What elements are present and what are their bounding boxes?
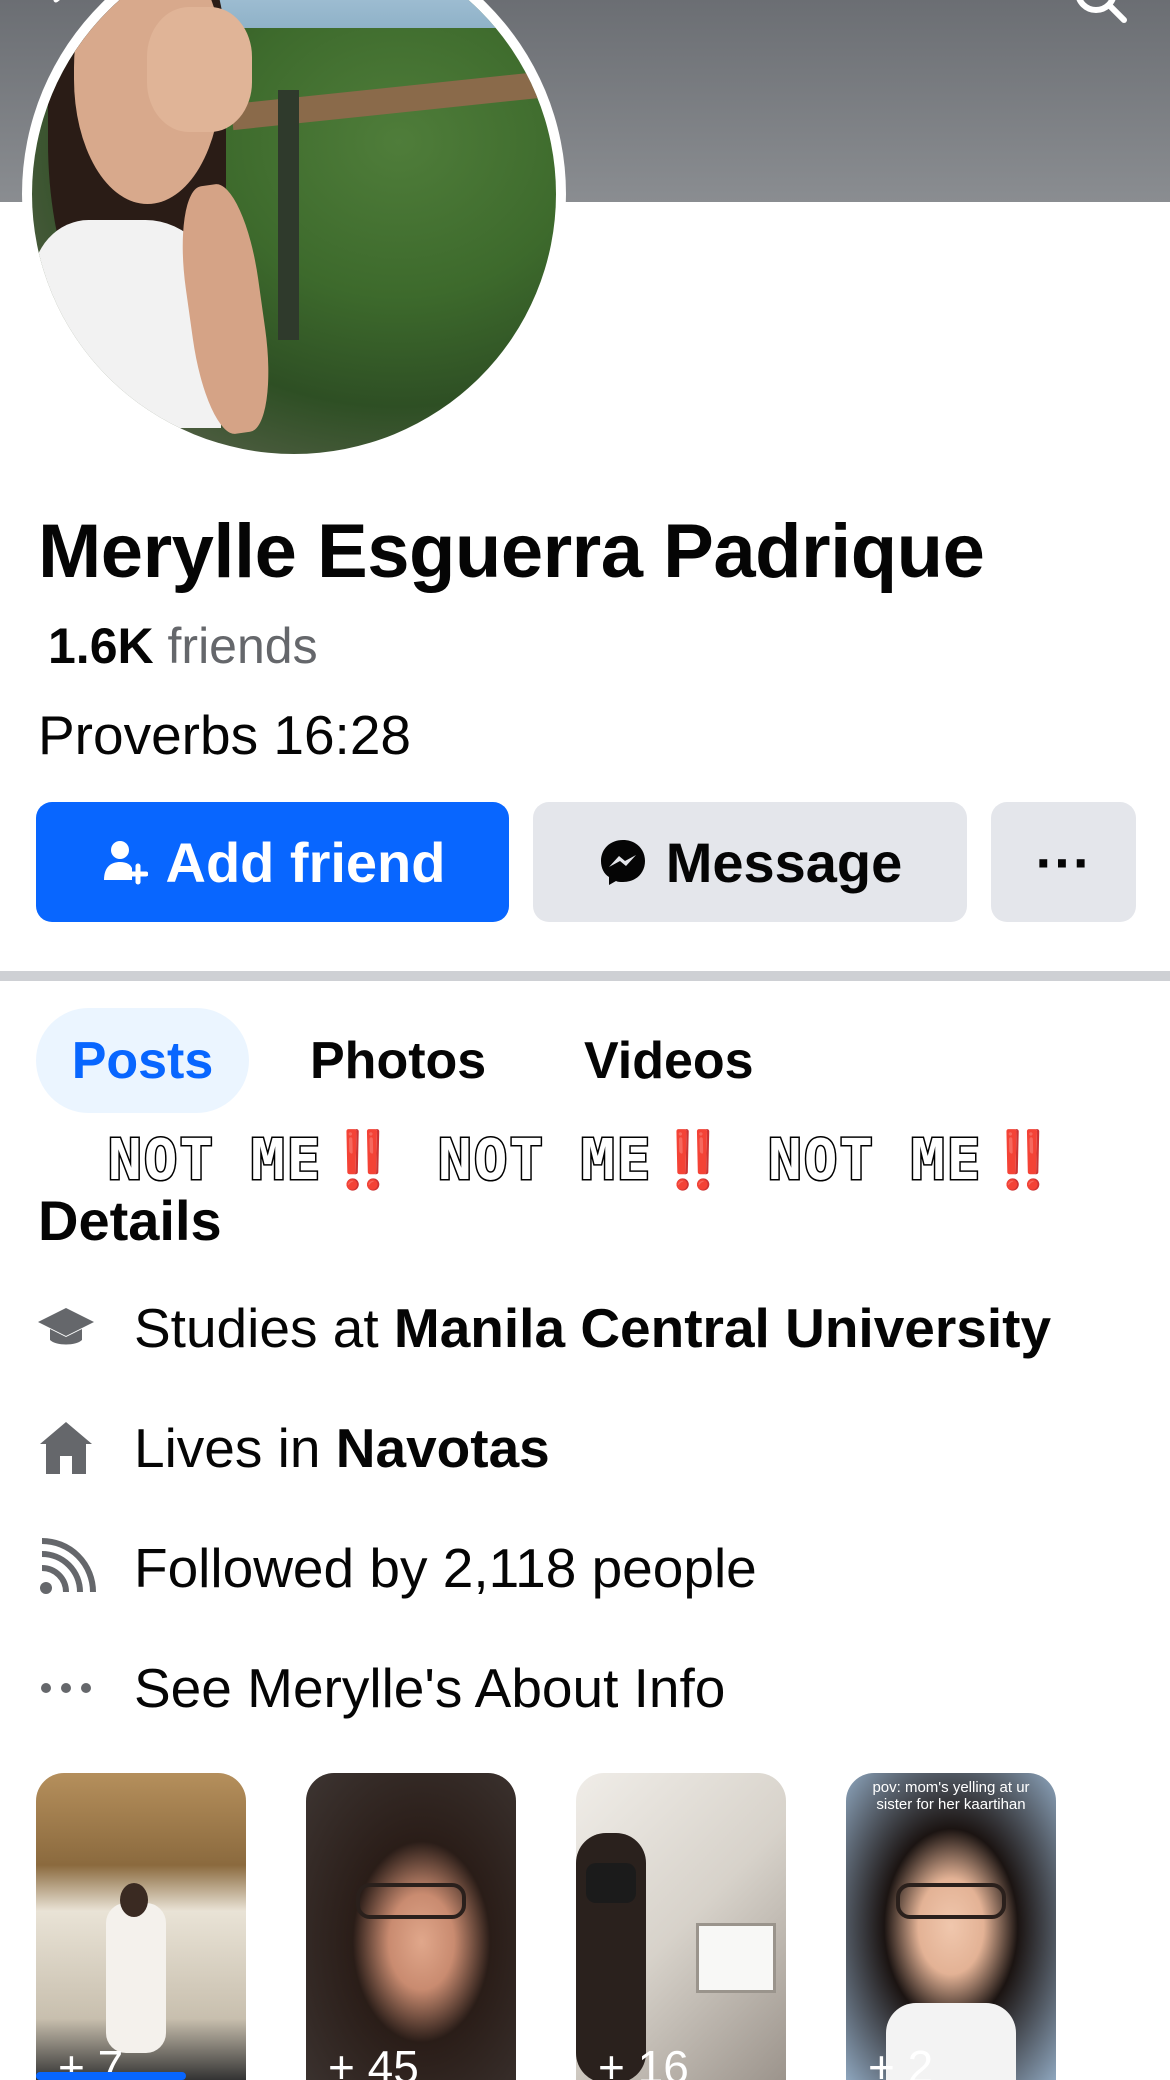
tab-videos[interactable]: Videos [584, 1008, 754, 1113]
thumbnail-caption: pov: mom's yelling at ur sister for her … [872, 1779, 1030, 1813]
profile-picture[interactable] [22, 0, 566, 464]
thumbnail-count: + 16 [598, 2041, 689, 2080]
detail-about[interactable]: See Merylle's About Info [36, 1648, 725, 1728]
school-name[interactable]: Manila Central University [394, 1296, 1051, 1360]
double-exclamation-icon: ‼️ [658, 1128, 731, 1193]
details-heading: Details [38, 1189, 222, 1252]
avatar [32, 0, 556, 454]
studies-prefix: Studies at [134, 1297, 379, 1359]
detail-lives[interactable]: Lives in Navotas [36, 1408, 550, 1488]
city-name[interactable]: Navotas [336, 1416, 550, 1480]
friends-count[interactable]: 1.6K friends [48, 617, 318, 675]
overlay-text: NOT ME [106, 1126, 323, 1194]
search-icon[interactable] [1070, 0, 1130, 28]
featured-thumbnail[interactable]: + 7 [36, 1773, 246, 2080]
more-dots-icon [36, 1658, 96, 1718]
friends-number: 1.6K [48, 618, 154, 674]
featured-thumbnail[interactable]: + 45 [306, 1773, 516, 2080]
double-exclamation-icon: ‼️ [988, 1128, 1061, 1193]
rss-followers-icon [36, 1538, 96, 1598]
featured-collections: + 7 + 45 + 16 pov: mom's yelling at ur s… [36, 1773, 1136, 2080]
thumbnail-count: + 2 [868, 2041, 934, 2080]
tab-photos[interactable]: Photos [310, 1008, 486, 1113]
scroll-indicator [36, 2072, 186, 2080]
overlay-caption-2: NOT ME ‼️ [436, 1125, 731, 1195]
overlay-text: NOT ME [436, 1126, 653, 1194]
add-friend-button[interactable]: Add friend [36, 802, 509, 922]
home-icon [36, 1418, 96, 1478]
thumbnail-count: + 45 [328, 2041, 419, 2080]
message-label: Message [665, 830, 903, 894]
overlay-caption-1: NOT ME ‼️ [106, 1125, 401, 1195]
detail-followers[interactable]: Followed by 2,118 people [36, 1528, 757, 1608]
messenger-icon [600, 840, 645, 885]
graduation-cap-icon [36, 1298, 96, 1358]
add-friend-label: Add friend [165, 830, 446, 894]
profile-bio: Proverbs 16:28 [38, 704, 411, 766]
about-info-link[interactable]: See Merylle's About Info [134, 1656, 725, 1720]
section-divider [0, 971, 1170, 981]
add-friend-icon [103, 841, 148, 885]
more-options-button[interactable]: ··· [991, 802, 1136, 922]
followers-text: Followed by 2,118 people [134, 1537, 757, 1599]
featured-thumbnail[interactable]: + 16 [576, 1773, 786, 2080]
friends-label: friends [167, 618, 318, 674]
lives-prefix: Lives in [134, 1417, 321, 1479]
profile-name: Merylle Esguerra Padrique [38, 509, 985, 594]
detail-studies[interactable]: Studies at Manila Central University [36, 1288, 1051, 1368]
double-exclamation-icon: ‼️ [328, 1128, 401, 1193]
overlay-text: NOT ME [766, 1126, 983, 1194]
more-dots-icon: ··· [1035, 830, 1092, 894]
tab-posts[interactable]: Posts [36, 1008, 249, 1113]
overlay-caption-3: NOT ME ‼️ [766, 1125, 1061, 1195]
message-button[interactable]: Message [533, 802, 967, 922]
featured-thumbnail[interactable]: pov: mom's yelling at ur sister for her … [846, 1773, 1056, 2080]
